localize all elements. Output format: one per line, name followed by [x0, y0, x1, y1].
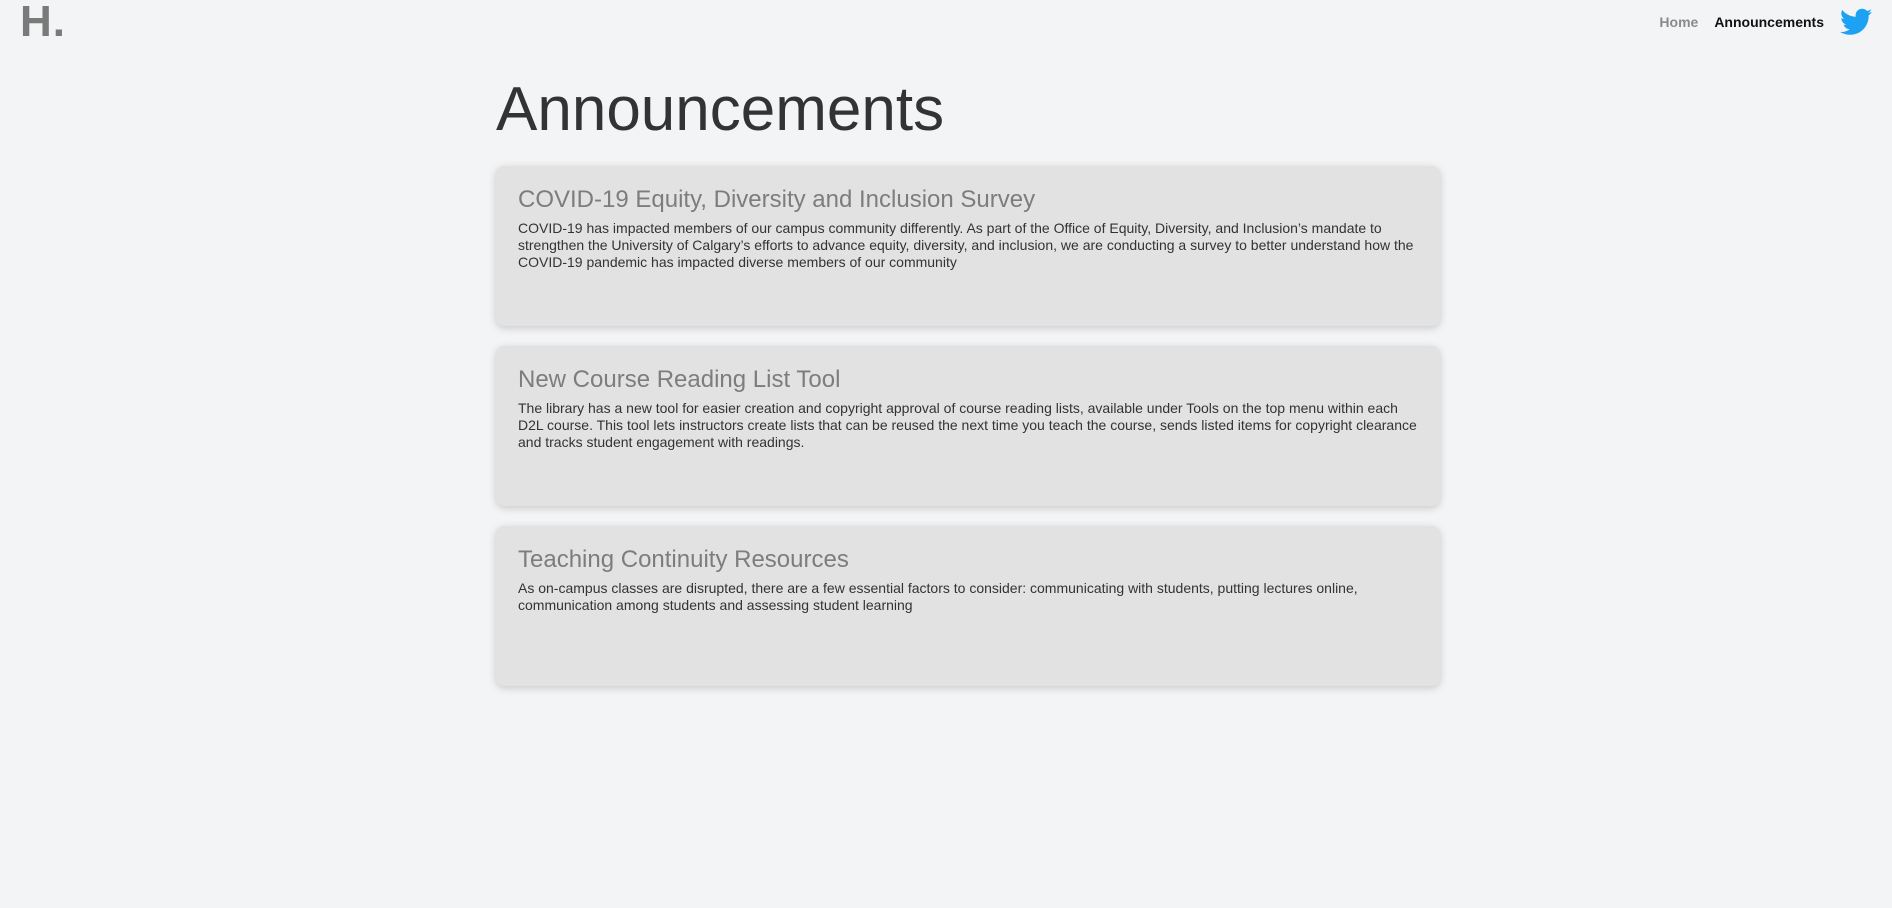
nav-link-announcements[interactable]: Announcements	[1714, 14, 1824, 30]
main-nav: Home Announcements	[1659, 8, 1872, 36]
top-navigation-bar: H. Home Announcements	[0, 0, 1892, 46]
announcements-main: Announcements COVID-19 Equity, Diversity…	[496, 70, 1440, 706]
page-title: Announcements	[496, 75, 945, 144]
announcement-title: COVID-19 Equity, Diversity and Inclusion…	[518, 186, 1036, 213]
announcement-card: New Course Reading List Tool The library…	[496, 346, 1440, 506]
announcement-card: Teaching Continuity Resources As on-camp…	[496, 526, 1440, 686]
announcement-body: The library has a new tool for easier cr…	[518, 400, 1417, 450]
announcement-card: COVID-19 Equity, Diversity and Inclusion…	[496, 166, 1440, 326]
nav-link-home[interactable]: Home	[1659, 14, 1698, 30]
announcement-body: COVID-19 has impacted members of our cam…	[518, 220, 1414, 270]
site-logo[interactable]: H.	[20, 0, 66, 44]
twitter-icon[interactable]	[1840, 8, 1872, 36]
announcement-title: New Course Reading List Tool	[518, 366, 841, 393]
announcement-title: Teaching Continuity Resources	[518, 546, 849, 573]
announcement-body: As on-campus classes are disrupted, ther…	[518, 580, 1358, 613]
